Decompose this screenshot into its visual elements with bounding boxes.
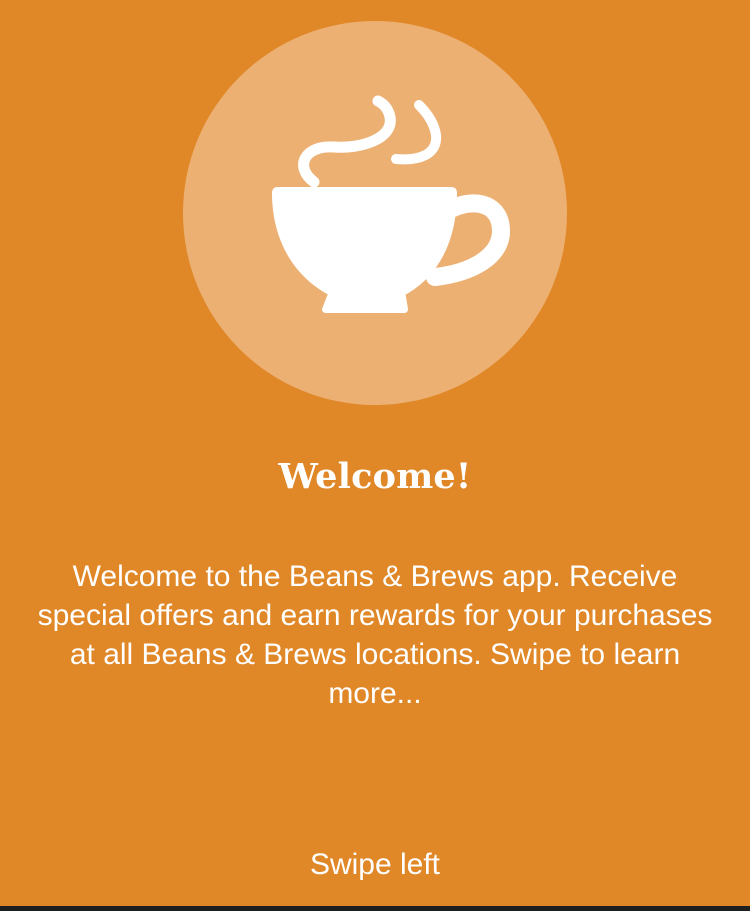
welcome-title: Welcome! [278, 456, 472, 497]
bottom-edge [0, 906, 750, 911]
onboarding-screen: Welcome! Welcome to the Beans & Brews ap… [0, 0, 750, 911]
welcome-description: Welcome to the Beans & Brews app. Receiv… [37, 560, 713, 710]
swipe-left-hint[interactable]: Swipe left [0, 846, 750, 884]
coffee-cup-icon [272, 95, 510, 313]
hero-circle [183, 21, 567, 405]
